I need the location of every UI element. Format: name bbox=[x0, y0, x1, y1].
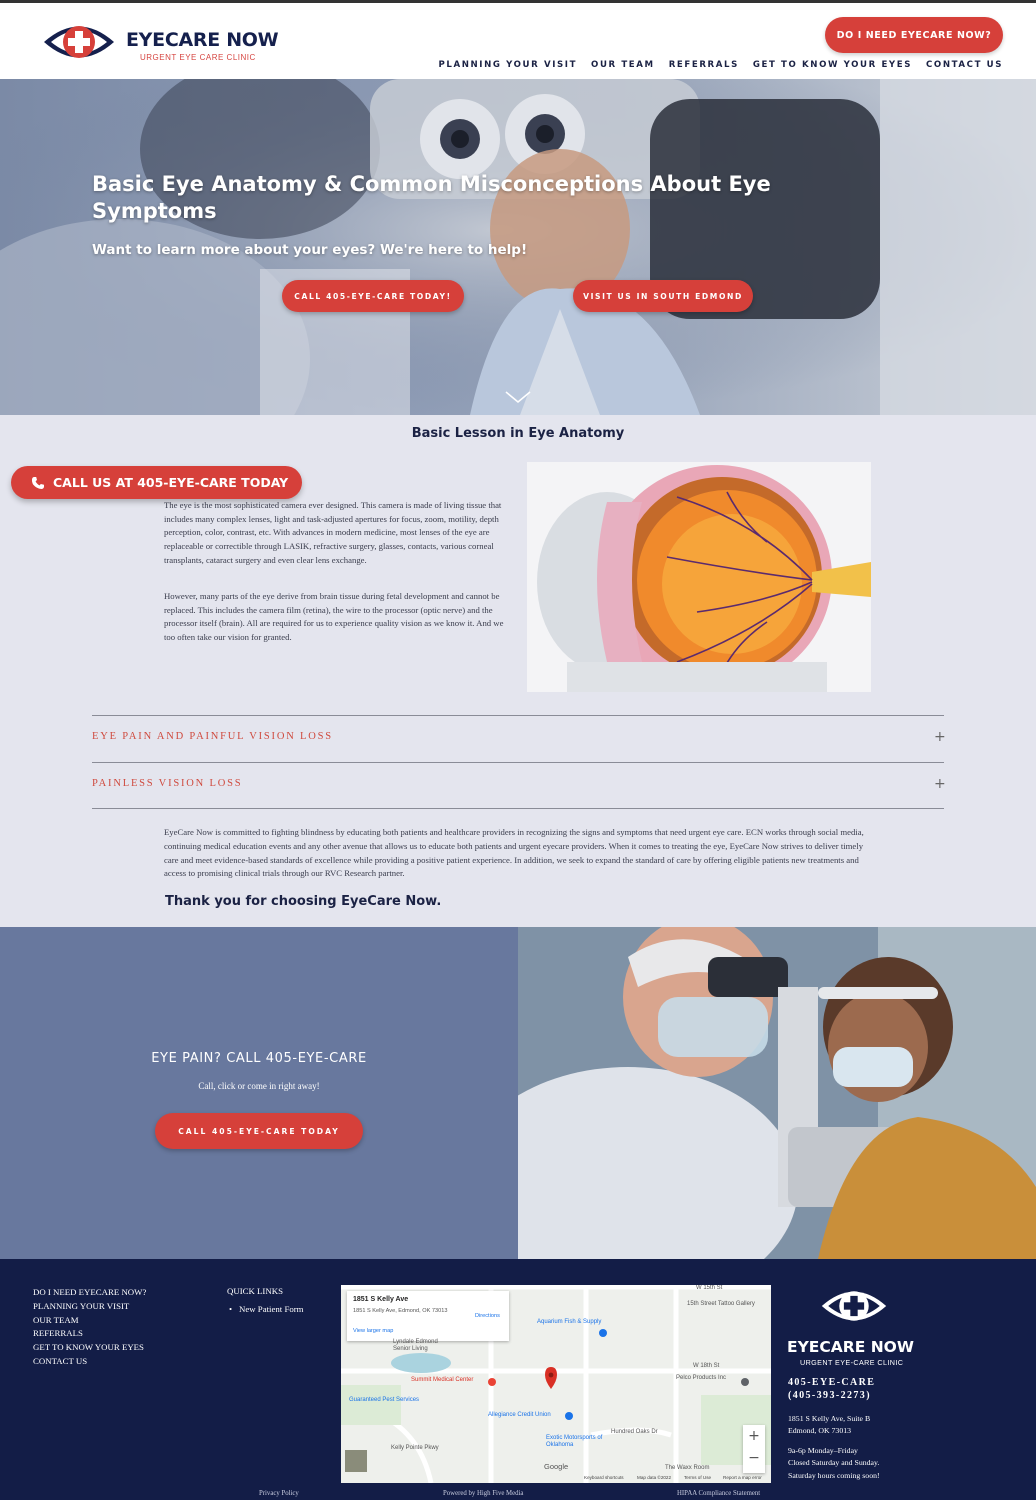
nav-our-team[interactable]: OUR TEAM bbox=[591, 60, 655, 70]
floating-call-label: CALL US AT 405-EYE-CARE TODAY bbox=[53, 475, 289, 490]
map-directions-link[interactable]: Directions bbox=[475, 1313, 500, 1319]
eye-cross-logo-icon bbox=[821, 1291, 887, 1321]
accordion-divider bbox=[92, 715, 944, 716]
map-report-error[interactable]: Report a map error bbox=[723, 1475, 762, 1480]
slit-lamp-exam-photo bbox=[518, 927, 1036, 1259]
hero-banner: Basic Eye Anatomy & Common Misconception… bbox=[0, 79, 1036, 415]
map-place-card: 1851 S Kelly Ave 1851 S Kelly Ave, Edmon… bbox=[347, 1291, 509, 1341]
map-label: 15th Street Tattoo Gallery bbox=[687, 1301, 755, 1307]
chevron-down-icon[interactable] bbox=[504, 389, 532, 405]
accordion-eye-pain-vision-loss[interactable]: EYE PAIN AND PAINFUL VISION LOSS bbox=[92, 731, 333, 742]
thank-you-heading: Thank you for choosing EyeCare Now. bbox=[165, 894, 442, 909]
eye-pain-panel: EYE PAIN? CALL 405-EYE-CARE Call, click … bbox=[0, 927, 518, 1259]
footer-link-planning[interactable]: PLANNING YOUR VISIT bbox=[33, 1300, 146, 1314]
eye-pain-callout: EYE PAIN? CALL 405-EYE-CARE Call, click … bbox=[0, 927, 1036, 1259]
quick-links-title: QUICK LINKS bbox=[227, 1286, 283, 1296]
map-label: Kelly Pointe Pkwy bbox=[391, 1445, 439, 1451]
map-label: Guaranteed Pest Services bbox=[349, 1397, 420, 1403]
need-eyecare-button[interactable]: DO I NEED EYECARE NOW? bbox=[825, 17, 1003, 53]
footer-link-need-eyecare[interactable]: DO I NEED EYECARE NOW? bbox=[33, 1286, 146, 1300]
map-larger-link[interactable]: View larger map bbox=[353, 1328, 393, 1334]
map-label: W 18th St bbox=[693, 1363, 720, 1369]
eye-cross-logo-icon bbox=[44, 26, 114, 58]
footer-hours-line-1: 9a-6p Monday–Friday bbox=[788, 1446, 858, 1455]
map-label: Exotic Motorsports of Oklahoma bbox=[546, 1435, 603, 1448]
accordion-divider bbox=[92, 762, 944, 763]
hero-subtitle: Want to learn more about your eyes? We'r… bbox=[92, 242, 528, 258]
quick-links: QUICK LINKS New Patient Form bbox=[227, 1286, 304, 1314]
map-label: Lyndale Edmond Senior Living bbox=[393, 1339, 438, 1352]
footer-address: 1851 S Kelly Ave, Suite B Edmond, OK 730… bbox=[788, 1413, 870, 1438]
map-place-name: 1851 S Kelly Ave bbox=[353, 1296, 409, 1303]
privacy-policy-link[interactable]: Privacy Policy bbox=[259, 1490, 299, 1497]
eye-anatomy-model-image bbox=[527, 462, 871, 692]
map-label: W 15th St bbox=[696, 1285, 723, 1291]
footer-logo-name: EYECARE NOW bbox=[787, 1338, 914, 1356]
map-label: Summit Medical Center bbox=[411, 1377, 474, 1383]
footer-address-line-2: Edmond, OK 73013 bbox=[788, 1426, 852, 1436]
footer-address-line-1: 1851 S Kelly Ave, Suite B bbox=[788, 1414, 871, 1423]
footer-phone-number[interactable]: (405-393-2273) bbox=[788, 1389, 875, 1402]
site-logo[interactable]: EYECARE NOW URGENT EYE CARE CLINIC bbox=[42, 17, 282, 69]
location-map[interactable]: 1851 S Kelly Ave 1851 S Kelly Ave, Edmon… bbox=[341, 1285, 771, 1483]
lesson-paragraph-1: The eye is the most sophisticated camera… bbox=[164, 500, 502, 565]
footer-hours-line-3: Saturday hours coming soon! bbox=[788, 1470, 880, 1480]
footer-link-our-team[interactable]: OUR TEAM bbox=[33, 1314, 146, 1328]
map-terms[interactable]: Terms of Use bbox=[684, 1475, 711, 1480]
accordion-divider bbox=[92, 808, 944, 809]
footer-nav: DO I NEED EYECARE NOW? PLANNING YOUR VIS… bbox=[33, 1286, 146, 1369]
footer-phone[interactable]: 405-EYE-CARE (405-393-2273) bbox=[788, 1376, 875, 1402]
powered-by-link[interactable]: Powered by High Five Media bbox=[443, 1490, 523, 1497]
map-zoom-controls: + − bbox=[743, 1425, 765, 1473]
lesson-paragraph-2: However, many parts of the eye derive fr… bbox=[164, 591, 504, 643]
lesson-title: Basic Lesson in Eye Anatomy bbox=[411, 426, 625, 441]
main-nav: PLANNING YOUR VISIT OUR TEAM REFERRALS G… bbox=[438, 60, 1003, 70]
footer-link-know-your-eyes[interactable]: GET TO KNOW YOUR EYES bbox=[33, 1341, 146, 1355]
hero-call-button[interactable]: CALL 405-EYE-CARE TODAY! bbox=[282, 280, 464, 312]
footer-hours: 9a-6p Monday–Friday Closed Saturday and … bbox=[788, 1445, 880, 1482]
nav-get-to-know-your-eyes[interactable]: GET TO KNOW YOUR EYES bbox=[753, 60, 912, 70]
footer-link-referrals[interactable]: REFERRALS bbox=[33, 1327, 146, 1341]
hero-visit-button[interactable]: VISIT US IN SOUTH EDMOND bbox=[573, 280, 753, 312]
mission-statement: EyeCare Now is committed to fighting bli… bbox=[164, 827, 864, 879]
map-label: The Waxx Room bbox=[665, 1465, 710, 1471]
eye-pain-title: EYE PAIN? CALL 405-EYE-CARE bbox=[151, 1051, 367, 1066]
eye-pain-subtitle: Call, click or come in right away! bbox=[198, 1081, 320, 1091]
hero-title: Basic Eye Anatomy & Common Misconception… bbox=[92, 172, 771, 223]
site-footer: DO I NEED EYECARE NOW? PLANNING YOUR VIS… bbox=[0, 1259, 1036, 1500]
map-place-address: 1851 S Kelly Ave, Edmond, OK 73013 bbox=[353, 1308, 448, 1314]
floating-call-button[interactable]: CALL US AT 405-EYE-CARE TODAY bbox=[11, 466, 302, 499]
map-label: Allegiance Credit Union bbox=[488, 1412, 551, 1418]
map-google-logo: Google bbox=[544, 1462, 569, 1471]
footer-hours-line-2: Closed Saturday and Sunday. bbox=[788, 1458, 880, 1468]
footer-logo-tagline: URGENT EYE-CARE CLINIC bbox=[800, 1358, 904, 1367]
map-keyboard-shortcuts[interactable]: Keyboard shortcuts bbox=[584, 1475, 624, 1480]
site-header: EYECARE NOW URGENT EYE CARE CLINIC DO I … bbox=[0, 3, 1036, 79]
map-label: Pelco Products Inc bbox=[676, 1375, 727, 1381]
map-label: Hundred Oaks Dr bbox=[611, 1429, 658, 1435]
nav-planning-your-visit[interactable]: PLANNING YOUR VISIT bbox=[438, 60, 577, 70]
map-data-credit: Map data ©2022 bbox=[637, 1475, 672, 1480]
footer-phone-vanity[interactable]: 405-EYE-CARE bbox=[788, 1376, 875, 1389]
logo-tagline: URGENT EYE CARE CLINIC bbox=[140, 53, 256, 62]
zoom-in-icon[interactable]: + bbox=[743, 1425, 765, 1447]
logo-name: EYECARE NOW bbox=[126, 29, 279, 51]
hipaa-link[interactable]: HIPAA Compliance Statement bbox=[677, 1490, 760, 1497]
map-label: Aquarium Fish & Supply bbox=[537, 1319, 602, 1325]
zoom-out-icon[interactable]: − bbox=[743, 1447, 765, 1469]
accordion-painless-vision-loss[interactable]: PAINLESS VISION LOSS bbox=[92, 778, 242, 789]
expand-plus-icon[interactable]: + bbox=[934, 776, 946, 792]
quick-link-new-patient-form[interactable]: New Patient Form bbox=[227, 1304, 304, 1314]
expand-plus-icon[interactable]: + bbox=[934, 729, 946, 745]
footer-link-contact[interactable]: CONTACT US bbox=[33, 1355, 146, 1369]
nav-contact-us[interactable]: CONTACT US bbox=[926, 60, 1003, 70]
eye-pain-call-button[interactable]: CALL 405-EYE-CARE TODAY bbox=[155, 1113, 363, 1149]
nav-referrals[interactable]: REFERRALS bbox=[669, 60, 739, 70]
phone-icon bbox=[31, 476, 44, 489]
